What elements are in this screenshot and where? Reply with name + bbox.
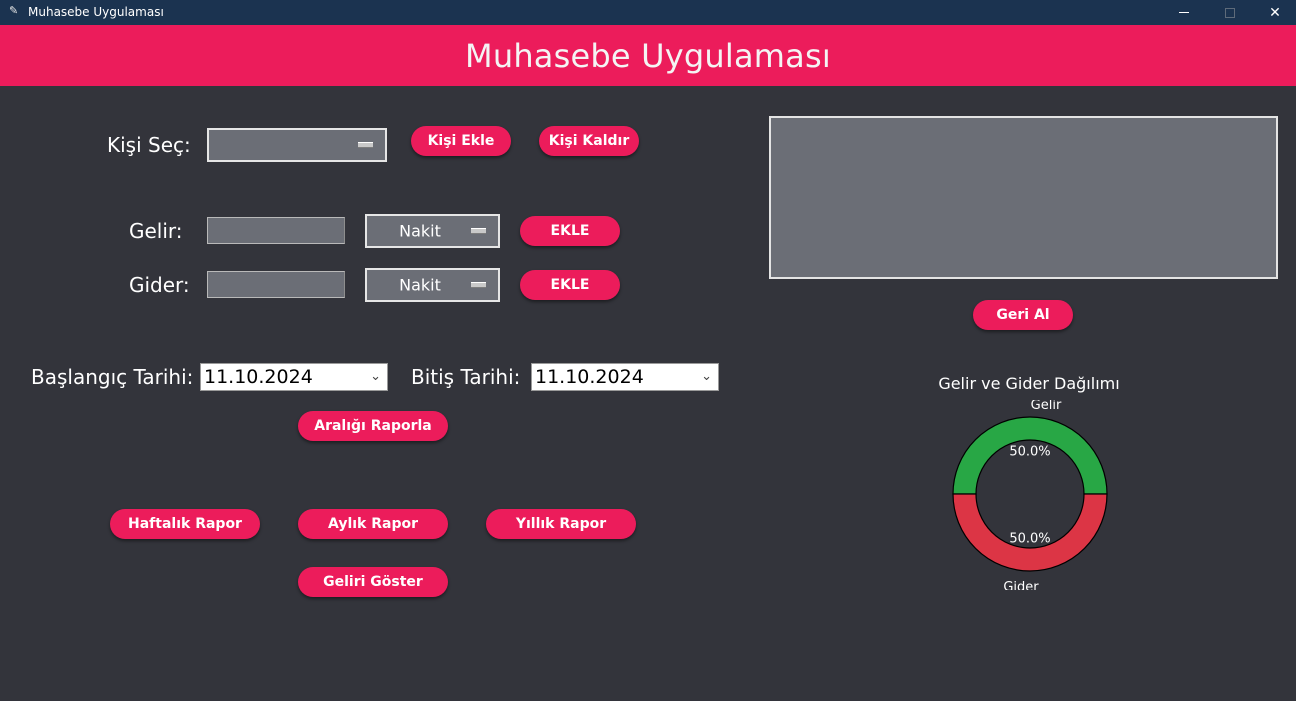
feather-icon: ✎ xyxy=(9,5,19,17)
expense-method-value: Nakit xyxy=(399,275,441,295)
distribution-chart: 50.0% Gelir 50.0% Gider xyxy=(940,398,1120,595)
page-title: Muhasebe Uygulaması xyxy=(465,36,831,75)
chevron-down-icon[interactable]: ⌄ xyxy=(370,369,381,384)
window-title: Muhasebe Uygulaması xyxy=(28,5,164,19)
app-header: Muhasebe Uygulaması xyxy=(0,25,1296,86)
yearly-report-button[interactable]: Yıllık Rapor xyxy=(486,509,636,539)
maximize-icon xyxy=(1225,7,1235,18)
start-date-label: Başlangıç Tarihi: xyxy=(31,365,194,389)
chart-title: Gelir ve Gider Dağılımı xyxy=(938,374,1120,393)
expense-method-select[interactable]: Nakit xyxy=(365,268,500,302)
dropdown-indicator-icon xyxy=(358,142,373,148)
end-date-picker[interactable]: 11.10.2024 ⌄ xyxy=(531,363,719,391)
income-amount-input[interactable] xyxy=(207,217,345,244)
slice-percent-label: 50.0% xyxy=(1009,532,1050,547)
expense-label: Gider: xyxy=(129,273,190,297)
maximize-button[interactable] xyxy=(1207,0,1253,25)
window-titlebar: ✎ Muhasebe Uygulaması ✕ xyxy=(0,0,1296,25)
dropdown-indicator-icon xyxy=(471,228,486,234)
add-person-button[interactable]: Kişi Ekle xyxy=(411,126,511,156)
monthly-report-button[interactable]: Aylık Rapor xyxy=(298,509,448,539)
range-report-button[interactable]: Aralığı Raporla xyxy=(298,411,448,441)
start-date-value: 11.10.2024 xyxy=(204,366,313,388)
slice-category-label: Gelir xyxy=(1031,400,1062,413)
weekly-report-button[interactable]: Haftalık Rapor xyxy=(110,509,260,539)
donut-chart-svg: 50.0% Gelir 50.0% Gider xyxy=(952,398,1108,595)
dropdown-indicator-icon xyxy=(471,282,486,288)
chevron-down-icon[interactable]: ⌄ xyxy=(701,369,712,384)
income-method-select[interactable]: Nakit xyxy=(365,214,500,248)
remove-person-button[interactable]: Kişi Kaldır xyxy=(539,126,639,156)
minimize-button[interactable] xyxy=(1161,0,1207,25)
end-date-value: 11.10.2024 xyxy=(535,366,644,388)
income-method-value: Nakit xyxy=(399,221,441,241)
close-button[interactable]: ✕ xyxy=(1252,0,1296,25)
add-expense-button[interactable]: EKLE xyxy=(520,270,620,300)
transactions-listbox[interactable] xyxy=(769,116,1278,279)
start-date-picker[interactable]: 11.10.2024 ⌄ xyxy=(200,363,388,391)
person-select[interactable] xyxy=(207,128,387,162)
close-icon: ✕ xyxy=(1269,4,1281,20)
slice-percent-label: 50.0% xyxy=(1009,445,1050,460)
add-income-button[interactable]: EKLE xyxy=(520,216,620,246)
expense-amount-input[interactable] xyxy=(207,271,345,298)
minimize-icon xyxy=(1179,12,1189,13)
person-label: Kişi Seç: xyxy=(107,133,191,157)
income-label: Gelir: xyxy=(129,219,183,243)
undo-button[interactable]: Geri Al xyxy=(973,300,1073,330)
slice-category-label: Gider xyxy=(1003,580,1039,590)
show-income-button[interactable]: Geliri Göster xyxy=(298,567,448,597)
end-date-label: Bitiş Tarihi: xyxy=(411,365,521,389)
